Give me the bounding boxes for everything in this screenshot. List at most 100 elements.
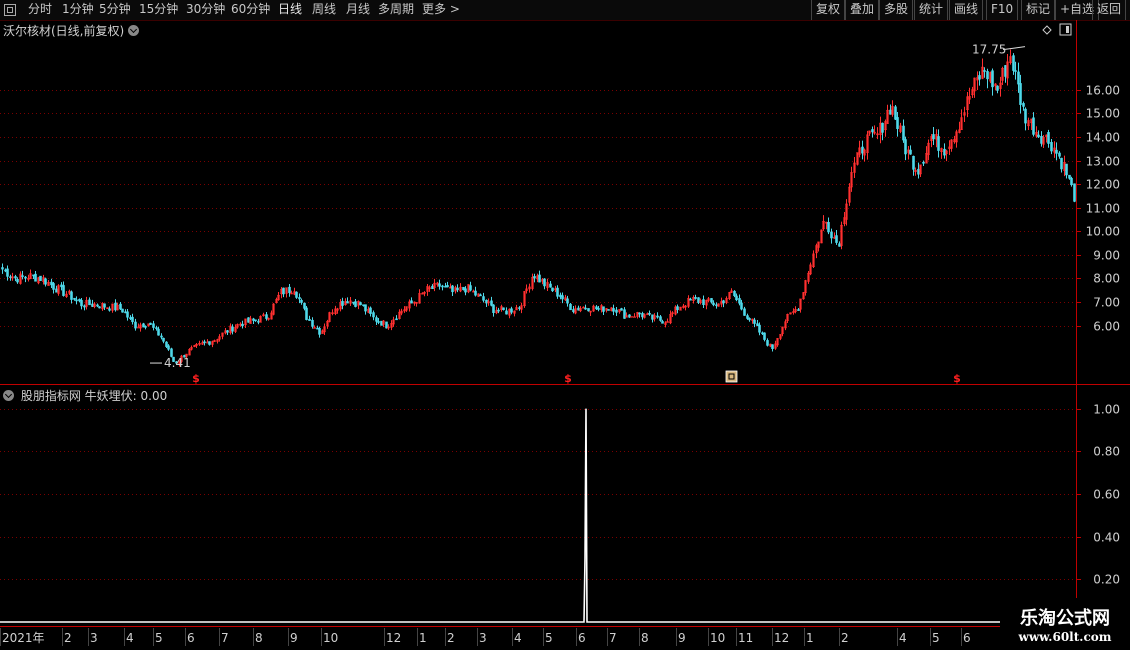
time-tick-label: 6 <box>187 631 195 645</box>
candle-body <box>308 318 311 321</box>
candle-body <box>160 335 163 338</box>
candle-body <box>710 298 713 303</box>
candle-body <box>88 299 91 306</box>
candle-body <box>740 302 743 310</box>
candle-body <box>456 287 459 291</box>
candle-body <box>80 300 83 307</box>
time-tick-label: 2 <box>841 631 849 645</box>
candle-body <box>991 70 994 88</box>
candle-body <box>566 298 569 304</box>
candle-body <box>446 285 449 288</box>
candle-body <box>615 309 618 313</box>
candle-body <box>91 303 94 307</box>
candle-body <box>1060 157 1063 170</box>
candle-body <box>252 318 255 321</box>
candle-body <box>748 318 751 321</box>
window-toggle-inner <box>1066 26 1069 33</box>
time-tick-label: 7 <box>609 631 617 645</box>
candle-body <box>830 231 833 239</box>
candle-body <box>743 308 746 316</box>
kline-chart[interactable]: 6.007.008.009.0010.0011.0012.0013.0014.0… <box>0 0 1130 650</box>
candle-body <box>902 125 905 141</box>
diamond-icon <box>1042 25 1052 35</box>
time-tick-label: 3 <box>90 631 98 645</box>
indicator-line <box>0 408 1076 623</box>
candle-body <box>1 267 4 270</box>
candle-body <box>602 306 605 312</box>
candle-body <box>4 269 7 272</box>
candle-body <box>702 299 705 305</box>
candle-body <box>497 309 500 312</box>
price-tick-label: 11.00 <box>1086 202 1120 216</box>
candle-body <box>612 308 615 312</box>
price-tick-label: 9.00 <box>1093 249 1120 263</box>
candle-body <box>126 311 129 318</box>
time-tick-label: 4 <box>126 631 134 645</box>
time-tick-label: 12 <box>386 631 401 645</box>
candle-body <box>114 302 117 311</box>
candle-body <box>912 155 915 170</box>
candle-body <box>96 304 99 307</box>
time-tick-label: 2 <box>64 631 72 645</box>
indicator-tick-label: 0.40 <box>1093 531 1120 545</box>
candle-body <box>124 311 127 314</box>
candle-body <box>549 283 552 288</box>
candle-body <box>694 297 697 299</box>
candle-body <box>24 276 27 279</box>
candle-body <box>108 308 111 311</box>
candle-body <box>282 287 285 295</box>
watermark-url: www.60lt.com <box>1018 630 1112 644</box>
signal-marker: $ <box>953 372 961 385</box>
candle-body <box>149 322 152 325</box>
candle-body <box>909 149 912 155</box>
candle-body <box>638 312 641 315</box>
candle-body <box>569 303 572 311</box>
candle-body <box>1050 142 1053 152</box>
candle-body <box>551 287 554 292</box>
time-tick-label: 5 <box>155 631 163 645</box>
time-tick-label: 4 <box>899 631 907 645</box>
price-tick-label: 15.00 <box>1086 107 1120 121</box>
candle-body <box>746 315 749 319</box>
candle-body <box>162 337 165 342</box>
candle-body <box>1055 149 1058 154</box>
candle-body <box>78 299 81 302</box>
candle-body <box>587 308 590 312</box>
time-tick-label: 6 <box>578 631 586 645</box>
time-tick-label: 9 <box>290 631 298 645</box>
candle-body <box>131 316 134 323</box>
candle-body <box>656 315 659 318</box>
candle-body <box>1068 174 1071 179</box>
candle-body <box>152 323 155 328</box>
candle-body <box>1017 71 1020 85</box>
candle-body <box>44 278 47 285</box>
candle-body <box>1032 117 1035 135</box>
candle-body <box>1058 152 1061 157</box>
indicator-tick-label: 0.20 <box>1093 573 1120 587</box>
candle-body <box>129 317 132 319</box>
signal-marker: $ <box>192 372 200 385</box>
candle-body <box>119 303 122 310</box>
time-tick-label: 9 <box>678 631 686 645</box>
candle-body <box>766 340 769 346</box>
candle-body <box>341 300 344 306</box>
candle-body <box>298 297 301 300</box>
candle-body <box>303 302 306 309</box>
candle-body <box>835 235 838 243</box>
candle-body <box>103 303 106 308</box>
candle-body <box>922 161 925 164</box>
candle-body <box>21 275 24 277</box>
time-tick-label: 6 <box>963 631 971 645</box>
candle-body <box>359 302 362 306</box>
candle-body <box>1022 103 1025 107</box>
candle-body <box>83 305 86 308</box>
candle-body <box>451 285 454 293</box>
candle-body <box>295 291 298 298</box>
candle-body <box>510 308 513 313</box>
candle-body <box>52 283 55 290</box>
candle-body <box>1037 134 1040 138</box>
window-toggle-icon <box>1059 23 1072 36</box>
signal-marker: $ <box>564 372 572 385</box>
candle-body <box>369 307 372 314</box>
candle-body <box>735 295 738 301</box>
